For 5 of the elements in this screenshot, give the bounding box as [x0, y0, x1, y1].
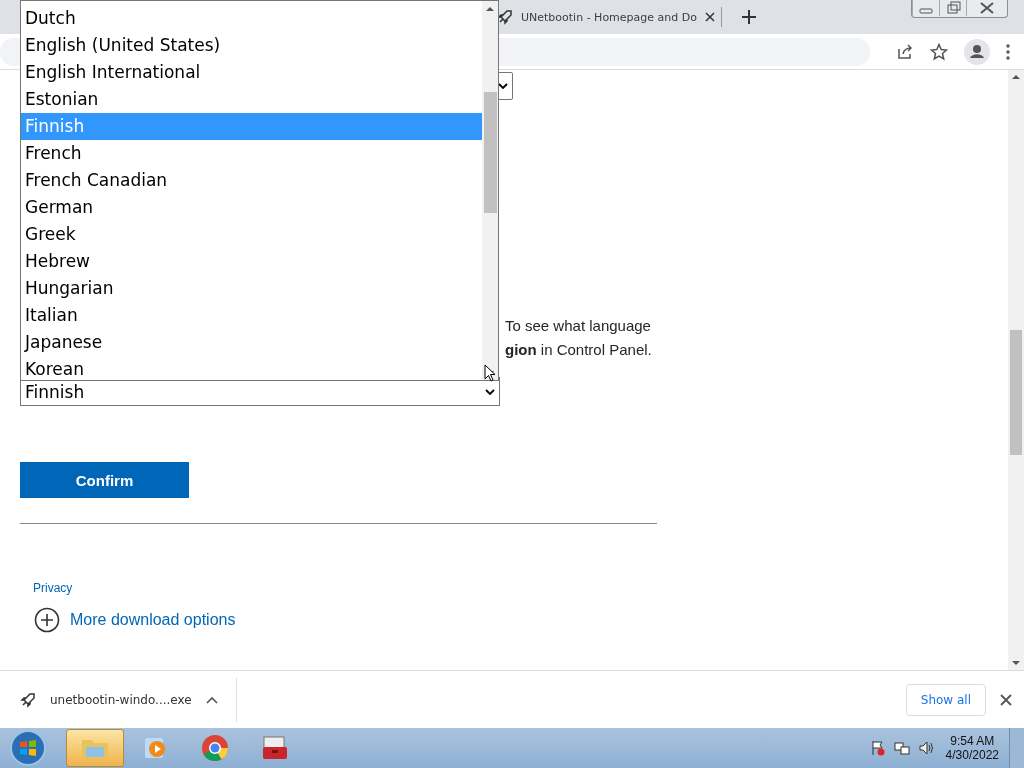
clock-date: 4/30/2022 — [945, 748, 999, 762]
paragraph-line: To see what language — [505, 316, 652, 336]
paragraph-line: gion in Control Panel. — [505, 340, 652, 360]
tab-title: UNetbootin - Homepage and Do — [521, 10, 697, 24]
clock-time: 9:54 AM — [950, 734, 995, 748]
